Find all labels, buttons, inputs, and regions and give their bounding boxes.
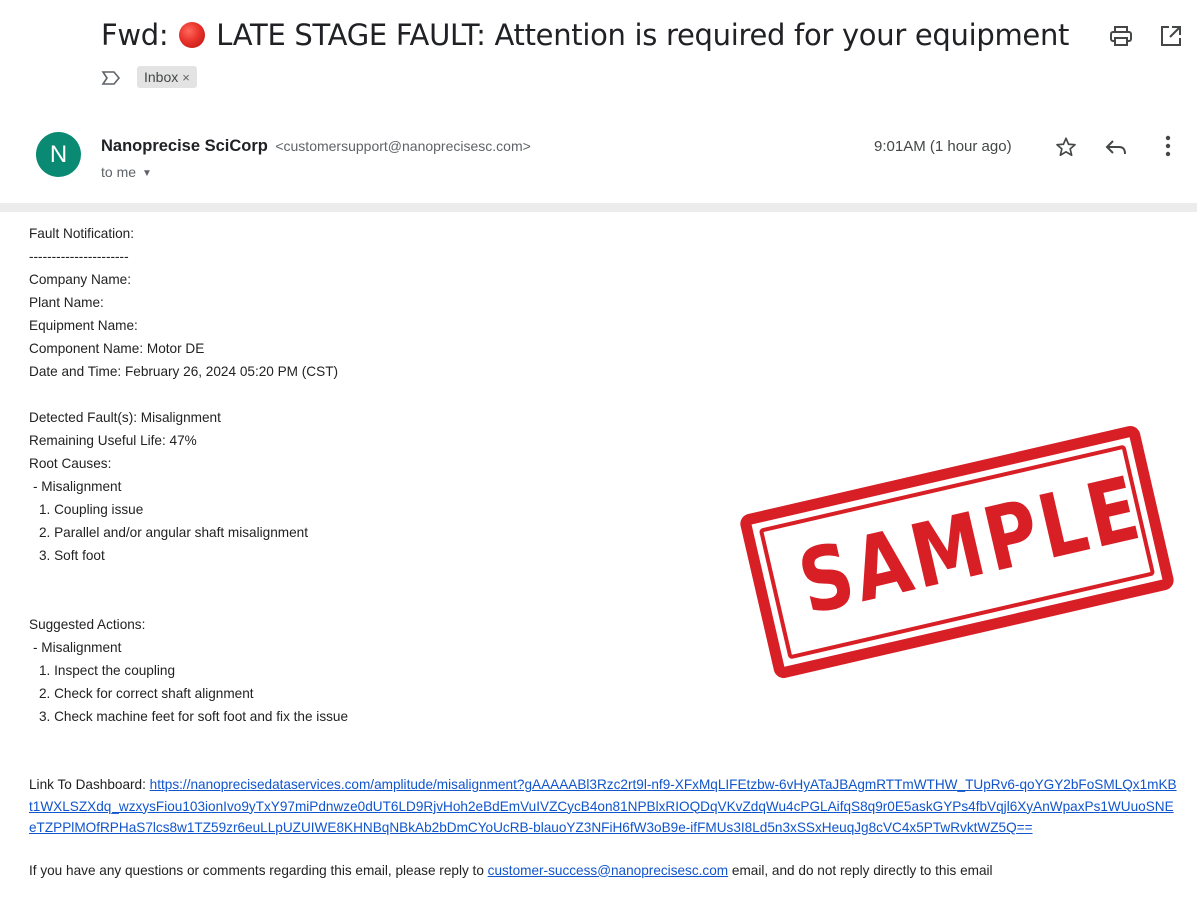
footer-text-before: If you have any questions or comments re… xyxy=(29,862,484,878)
suggested-action-item: 1. Inspect the coupling xyxy=(39,663,176,678)
recipient-details[interactable]: to me ▼ xyxy=(101,164,152,180)
divider-line: ---------------------- xyxy=(29,249,129,264)
suggested-actions-group: - Misalignment xyxy=(33,640,122,655)
important-marker-icon[interactable] xyxy=(101,68,121,88)
detected-fault-field: Detected Fault(s): Misalignment xyxy=(29,410,221,425)
message-header: Fwd: LATE STAGE FAULT: Attention is requ… xyxy=(0,0,1197,203)
star-icon[interactable] xyxy=(1055,136,1077,158)
date-time-field: Date and Time: February 26, 2024 05:20 P… xyxy=(29,364,339,379)
open-in-new-window-icon[interactable] xyxy=(1160,25,1182,47)
remove-label-icon[interactable]: × xyxy=(182,70,190,85)
email-subject: Fwd: LATE STAGE FAULT: Attention is requ… xyxy=(101,18,1069,52)
fault-heading: Fault Notification: xyxy=(29,226,135,241)
plant-name-field: Plant Name: xyxy=(29,295,104,310)
inbox-label-text: Inbox xyxy=(144,69,179,85)
suggested-action-item: 3. Check machine feet for soft foot and … xyxy=(39,709,349,724)
equipment-name-field: Equipment Name: xyxy=(29,318,138,333)
message-timestamp: 9:01AM (1 hour ago) xyxy=(874,138,1012,155)
red-circle-icon xyxy=(179,22,206,48)
sender-name[interactable]: Nanoprecise SciCorp xyxy=(101,137,268,155)
more-vertical-icon[interactable] xyxy=(1164,135,1172,157)
sender-avatar: N xyxy=(36,132,81,177)
footer-note: If you have any questions or comments re… xyxy=(29,859,1179,882)
reply-icon[interactable] xyxy=(1105,138,1127,158)
subject-prefix: Fwd: xyxy=(101,18,169,52)
footer-text-after: email, and do not reply directly to this… xyxy=(731,862,993,878)
chevron-down-icon[interactable]: ▼ xyxy=(142,168,152,179)
company-name-field: Company Name: xyxy=(29,272,131,287)
sender-email: <customersupport@nanoprecisesc.com> xyxy=(275,138,531,154)
recipient-text: to me xyxy=(101,164,137,180)
remaining-life-field: Remaining Useful Life: 47% xyxy=(29,433,197,448)
inbox-label-chip[interactable]: Inbox × xyxy=(137,66,197,88)
print-icon[interactable] xyxy=(1110,26,1132,46)
subject-text: LATE STAGE FAULT: Attention is required … xyxy=(216,18,1070,52)
dashboard-link[interactable]: https://nanoprecisedataservices.com/ampl… xyxy=(29,777,1177,835)
dashboard-link-paragraph: Link To Dashboard: https://nanopreciseda… xyxy=(29,774,1179,839)
component-name-field: Component Name: Motor DE xyxy=(29,341,205,356)
sender-info: Nanoprecise SciCorp <customersupport@nan… xyxy=(101,137,531,156)
suggested-action-item: 2. Check for correct shaft alignment xyxy=(39,686,254,701)
dashboard-link-label: Link To Dashboard: xyxy=(29,777,146,792)
support-email-link[interactable]: customer-success@nanoprecisesc.com xyxy=(488,863,728,878)
